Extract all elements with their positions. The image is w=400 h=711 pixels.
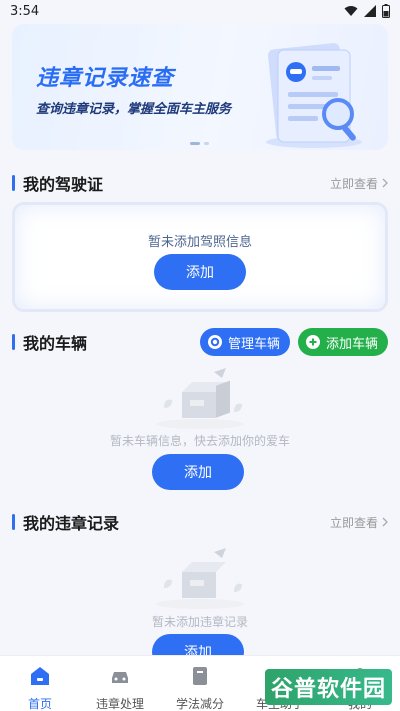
chevron-right-icon (382, 517, 388, 527)
site-watermark: 谷普软件园 (264, 669, 392, 705)
license-card: 暂未添加驾照信息 添加 (12, 202, 388, 312)
book-icon (193, 667, 207, 685)
license-view-link[interactable]: 立即查看 (330, 175, 388, 192)
home-icon (31, 667, 49, 685)
violation-view-link[interactable]: 立即查看 (330, 514, 388, 531)
license-view-label: 立即查看 (329, 176, 378, 191)
manage-vehicles-label: 管理车辆 (227, 336, 280, 352)
add-license-button[interactable]: 添加 (154, 254, 246, 290)
tab-home-label: 首页 (27, 697, 52, 711)
add-vehicle-button[interactable]: 添加 (152, 454, 244, 490)
banner-dot (190, 142, 200, 145)
tab-home[interactable]: 首页 (0, 656, 80, 711)
document-search-illustration (266, 43, 362, 148)
vehicle-actions: 管理车辆 添加车辆 (199, 328, 388, 356)
battery-icon (382, 4, 390, 18)
plus-icon (305, 335, 320, 349)
violation-section-header: 我的违章记录 立即查看 (12, 508, 388, 536)
banner-subtitle: 查询违章记录，掌握全面车主服务 (36, 102, 232, 117)
car-icon (112, 672, 128, 683)
chevron-right-icon (382, 178, 388, 188)
banner-title: 违章记录速查 (36, 66, 175, 91)
banner-pagination (190, 142, 209, 145)
vehicle-section-header: 我的车辆 管理车辆 添加车辆 (12, 328, 388, 356)
promo-banner[interactable]: 违章记录速查 查询违章记录，掌握全面车主服务 (12, 24, 388, 150)
status-icons (344, 4, 390, 18)
banner-dot (204, 142, 209, 145)
status-bar: 3:54 (0, 0, 400, 22)
gear-icon (207, 335, 222, 349)
signal-icon (364, 5, 376, 17)
status-time: 3:54 (10, 3, 40, 19)
manage-vehicles-button[interactable]: 管理车辆 (199, 328, 290, 356)
tab-violation-handling-label: 违章处理 (95, 697, 144, 711)
violation-empty-text: 暂未添加违章记录 (151, 615, 248, 629)
wifi-icon (344, 6, 358, 16)
empty-box-illustration (156, 368, 244, 429)
tab-study-law-label: 学法减分 (175, 697, 224, 711)
add-vehicle-label: 添加车辆 (325, 336, 378, 352)
tab-violation-handling[interactable]: 违章处理 (80, 656, 160, 711)
violation-view-label: 立即查看 (329, 515, 378, 530)
empty-box-illustration (156, 548, 244, 609)
vehicle-empty-text: 暂未车辆信息，快去添加你的爱车 (109, 434, 290, 448)
add-vehicle-pill-button[interactable]: 添加车辆 (297, 328, 388, 356)
vehicle-section-title: 我的车辆 (12, 330, 87, 354)
license-section-title: 我的驾驶证 (12, 171, 103, 195)
tab-study-law[interactable]: 学法减分 (160, 656, 240, 711)
license-empty-text: 暂未添加驾照信息 (147, 235, 252, 250)
license-section-header: 我的驾驶证 立即查看 (12, 169, 388, 197)
violation-section-title: 我的违章记录 (12, 510, 119, 534)
